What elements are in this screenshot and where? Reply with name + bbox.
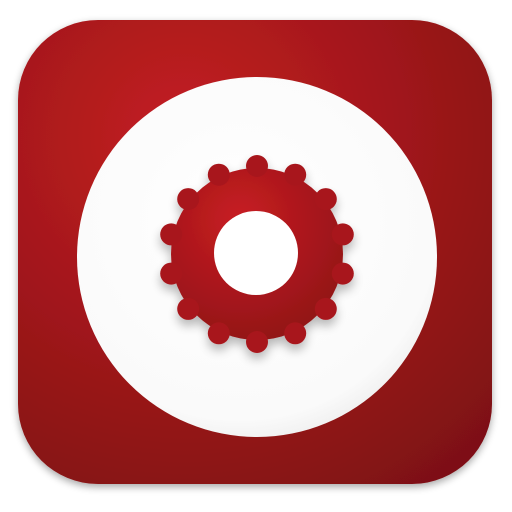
- gear-tooth: [246, 155, 268, 177]
- gear-tooth: [246, 331, 268, 353]
- app-icon[interactable]: [0, 0, 512, 512]
- gear-tooth: [207, 163, 230, 186]
- gear-tooth: [314, 188, 337, 211]
- gear-tooth: [177, 297, 200, 320]
- gear-hole: [214, 211, 298, 295]
- gear-tooth: [207, 322, 230, 345]
- gear-tooth: [160, 262, 183, 285]
- gear-tooth: [331, 262, 354, 285]
- gear-tooth: [284, 163, 307, 186]
- gear-tooth: [314, 297, 337, 320]
- gear-tooth: [160, 223, 183, 246]
- app-icon-graphic: [18, 20, 492, 484]
- gear-tooth: [177, 188, 200, 211]
- gear-tooth: [284, 322, 307, 345]
- gear-tooth: [331, 223, 354, 246]
